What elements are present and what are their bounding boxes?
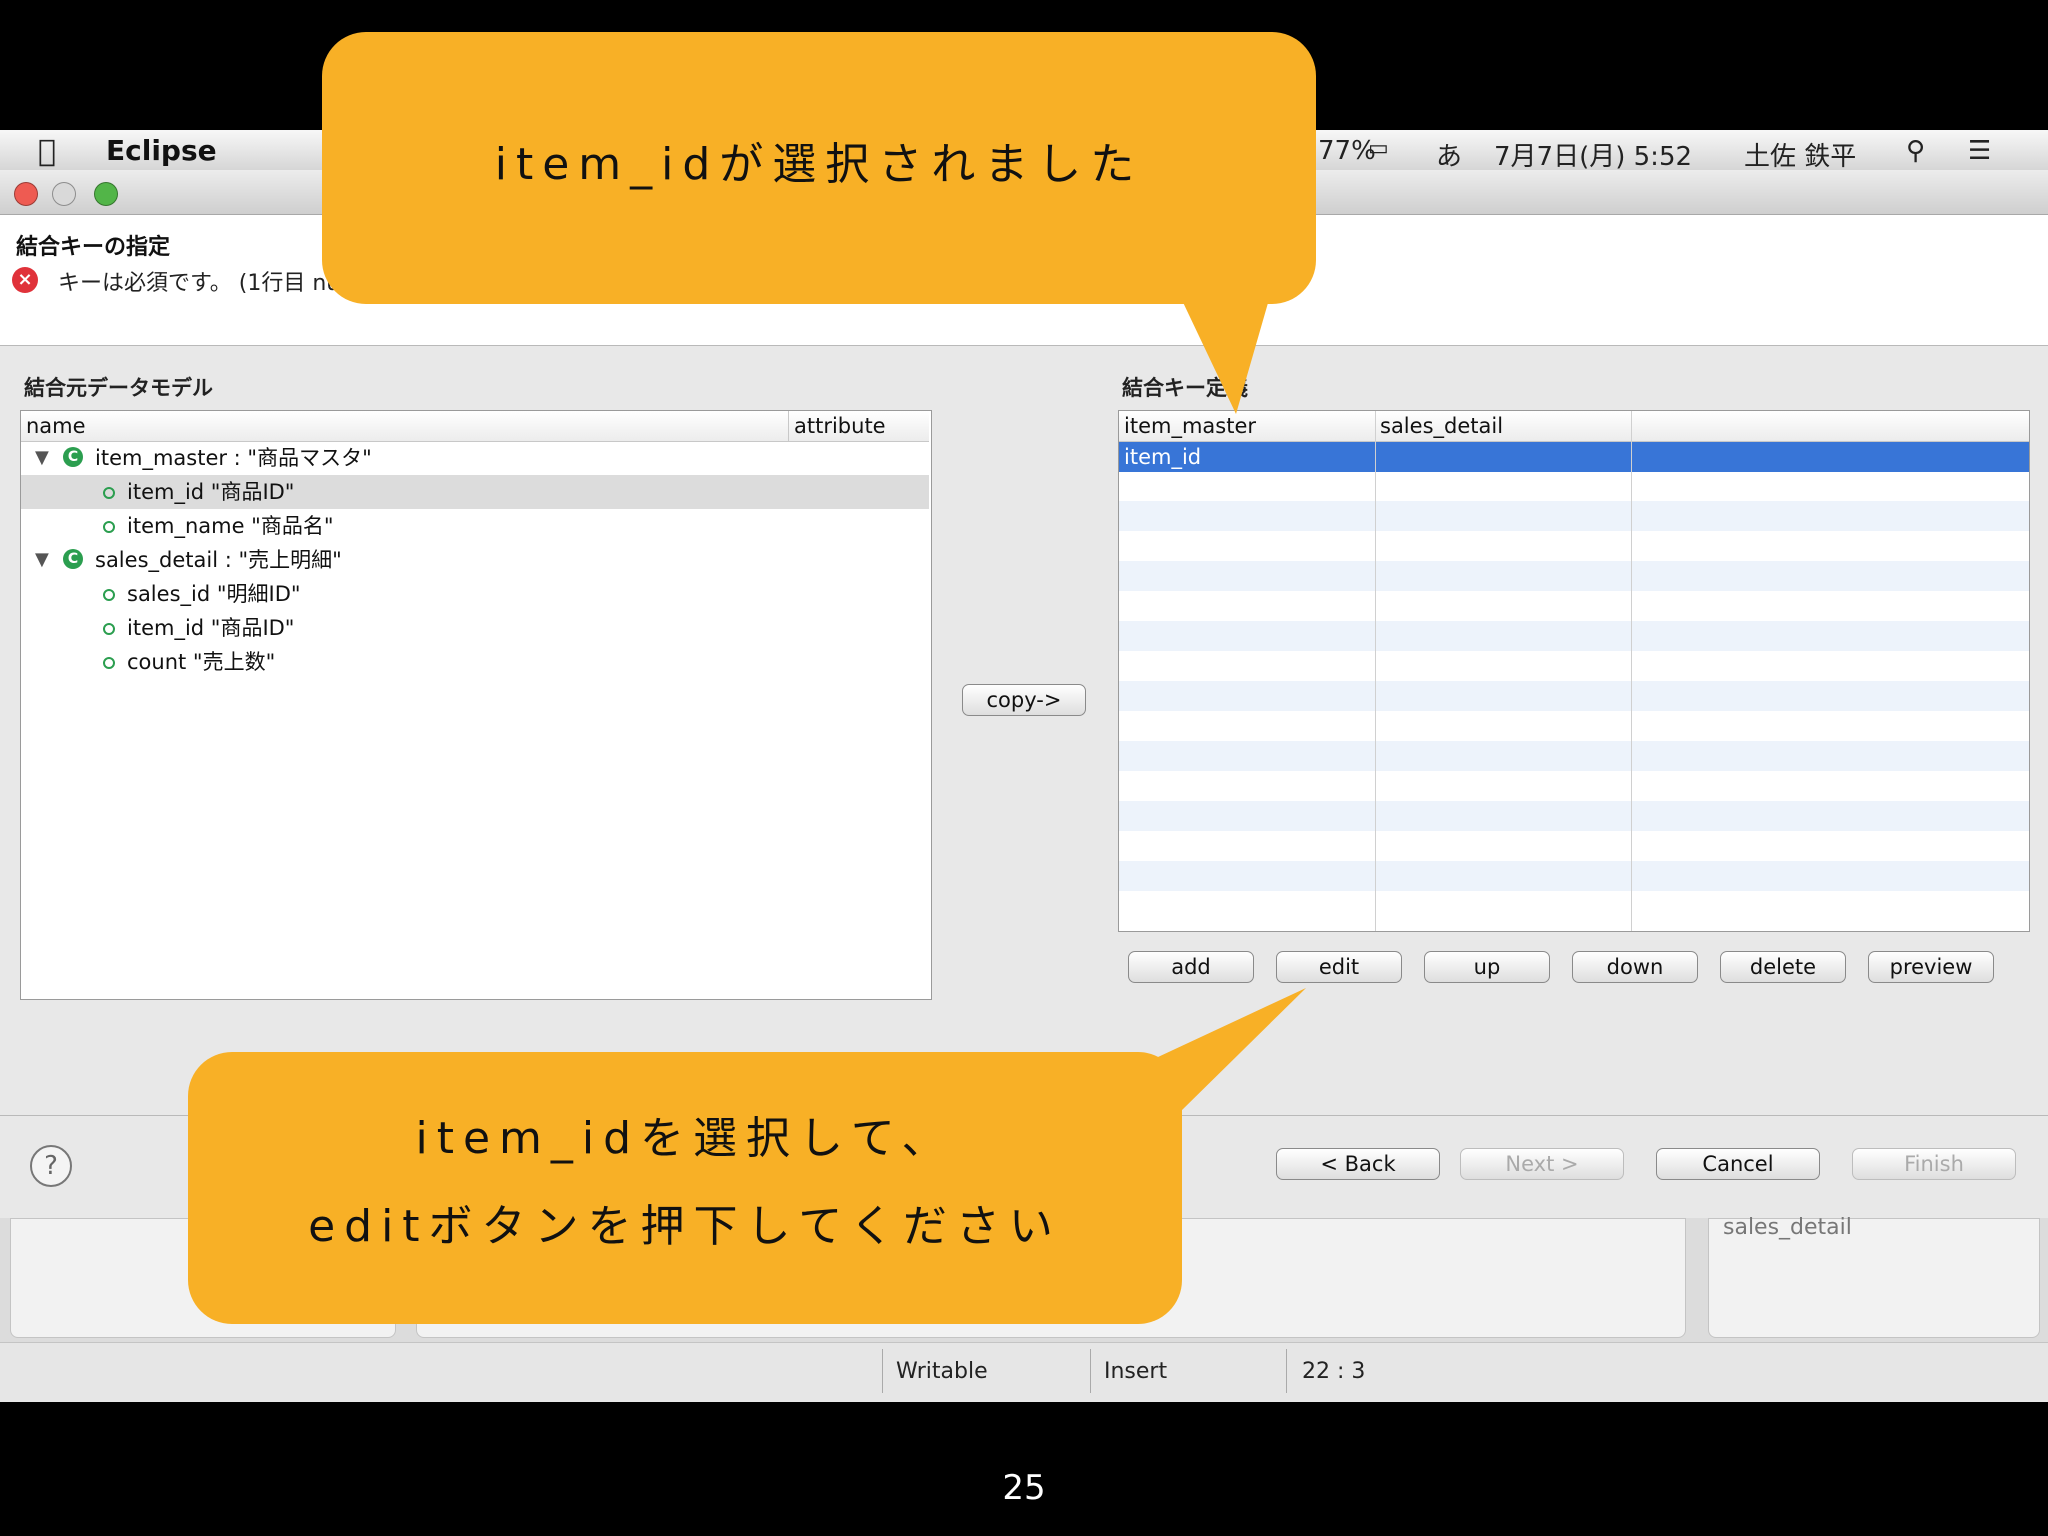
outline-panel: sales_detail — [1708, 1215, 2040, 1338]
join-key-table[interactable]: item_master sales_detail item_id — [1118, 410, 2030, 932]
status-cursor-position: 22 : 3 — [1302, 1359, 1366, 1384]
column-header-attribute[interactable]: attribute — [789, 411, 929, 441]
callout-bottom: item_idを選択して、 editボタンを押下してください — [188, 1052, 1182, 1324]
callout-bottom-line2: editボタンを押下してください — [308, 1201, 1062, 1252]
column-header-empty[interactable] — [1631, 411, 2029, 441]
field-icon — [103, 589, 115, 601]
source-model-tree[interactable]: name attribute ▼ C item_master : "商品マスタ"… — [20, 410, 932, 1000]
callout-top: item_idが選択されました — [322, 32, 1316, 304]
tree-item-label: sales_id "明細ID" — [127, 582, 301, 606]
table-row[interactable]: item_id — [1119, 442, 2029, 472]
callout-bottom-pointer — [1100, 988, 1306, 1112]
tree-item-label: count "売上数" — [127, 650, 276, 674]
menubar-user[interactable]: 土佐 鉄平 — [1744, 136, 1856, 173]
outline-item-label[interactable]: sales_detail — [1723, 1215, 1852, 1240]
tree-item-item-master[interactable]: ▼ C item_master : "商品マスタ" — [21, 441, 929, 475]
apple-icon[interactable]:  — [38, 134, 56, 169]
finish-button[interactable]: Finish — [1852, 1148, 2016, 1180]
table-cell[interactable] — [1375, 442, 1631, 472]
notification-list-icon[interactable]: ☰ — [1968, 136, 1991, 166]
field-icon — [103, 657, 115, 669]
spotlight-search-icon[interactable]: ⚲ — [1906, 136, 1925, 166]
tree-item-label: item_name "商品名" — [127, 514, 334, 538]
column-header-sales-detail[interactable]: sales_detail — [1375, 411, 1631, 441]
help-icon[interactable]: ? — [30, 1145, 72, 1187]
tree-item-item-name[interactable]: item_name "商品名" — [21, 509, 929, 543]
back-button[interactable]: < Back — [1276, 1148, 1440, 1180]
tree-item-label: item_id "商品ID" — [127, 616, 295, 640]
class-icon: C — [63, 549, 83, 569]
tree-item-sales-detail[interactable]: ▼ C sales_detail : "売上明細" — [21, 543, 929, 577]
preview-button[interactable]: preview — [1868, 951, 1994, 983]
menubar-clock[interactable]: 7月7日(月) 5:52 — [1494, 136, 1692, 173]
tree-item-count[interactable]: count "売上数" — [21, 645, 929, 679]
status-bar: Writable Insert 22 : 3 — [0, 1342, 2048, 1401]
battery-icon[interactable]: ▭ — [1368, 136, 1389, 161]
class-icon: C — [63, 447, 83, 467]
tree-header: name attribute — [21, 411, 929, 442]
source-model-label: 結合元データモデル — [24, 376, 213, 400]
tree-item-item-id-2[interactable]: item_id "商品ID" — [21, 611, 929, 645]
tree-item-sales-id[interactable]: sales_id "明細ID" — [21, 577, 929, 611]
callout-bottom-line1: item_idを選択して、 — [415, 1113, 955, 1164]
delete-button[interactable]: delete — [1720, 951, 1846, 983]
field-icon — [103, 521, 115, 533]
cancel-button[interactable]: Cancel — [1656, 1148, 1820, 1180]
expand-triangle-icon[interactable]: ▼ — [35, 543, 49, 577]
up-button[interactable]: up — [1424, 951, 1550, 983]
input-mode-icon[interactable]: あ — [1436, 136, 1462, 173]
status-writable: Writable — [896, 1359, 988, 1384]
column-header-name[interactable]: name — [21, 411, 789, 441]
copy-button[interactable]: copy-> — [962, 684, 1086, 716]
tree-item-label: sales_detail : "売上明細" — [95, 548, 342, 572]
field-icon — [103, 623, 115, 635]
tree-item-label: item_master : "商品マスタ" — [95, 446, 372, 470]
status-insert-mode: Insert — [1104, 1359, 1168, 1384]
callout-top-pointer — [1180, 296, 1270, 414]
tree-item-item-id[interactable]: item_id "商品ID" — [21, 475, 929, 509]
error-message: キーは必須です。 (1行目 null) — [58, 271, 362, 296]
slide-page-number: 25 — [1002, 1468, 1046, 1508]
error-icon: × — [12, 267, 38, 293]
expand-triangle-icon[interactable]: ▼ — [35, 441, 49, 475]
edit-button[interactable]: edit — [1276, 951, 1402, 983]
down-button[interactable]: down — [1572, 951, 1698, 983]
table-cell[interactable] — [1631, 442, 2029, 472]
app-name[interactable]: Eclipse — [106, 134, 217, 167]
field-icon — [103, 487, 115, 499]
wizard-page-title: 結合キーの指定 — [16, 235, 171, 260]
next-button[interactable]: Next > — [1460, 1148, 1624, 1180]
add-button[interactable]: add — [1128, 951, 1254, 983]
callout-top-text: item_idが選択されました — [494, 139, 1144, 190]
tree-item-label: item_id "商品ID" — [127, 480, 295, 504]
table-cell[interactable]: item_id — [1119, 442, 1375, 472]
